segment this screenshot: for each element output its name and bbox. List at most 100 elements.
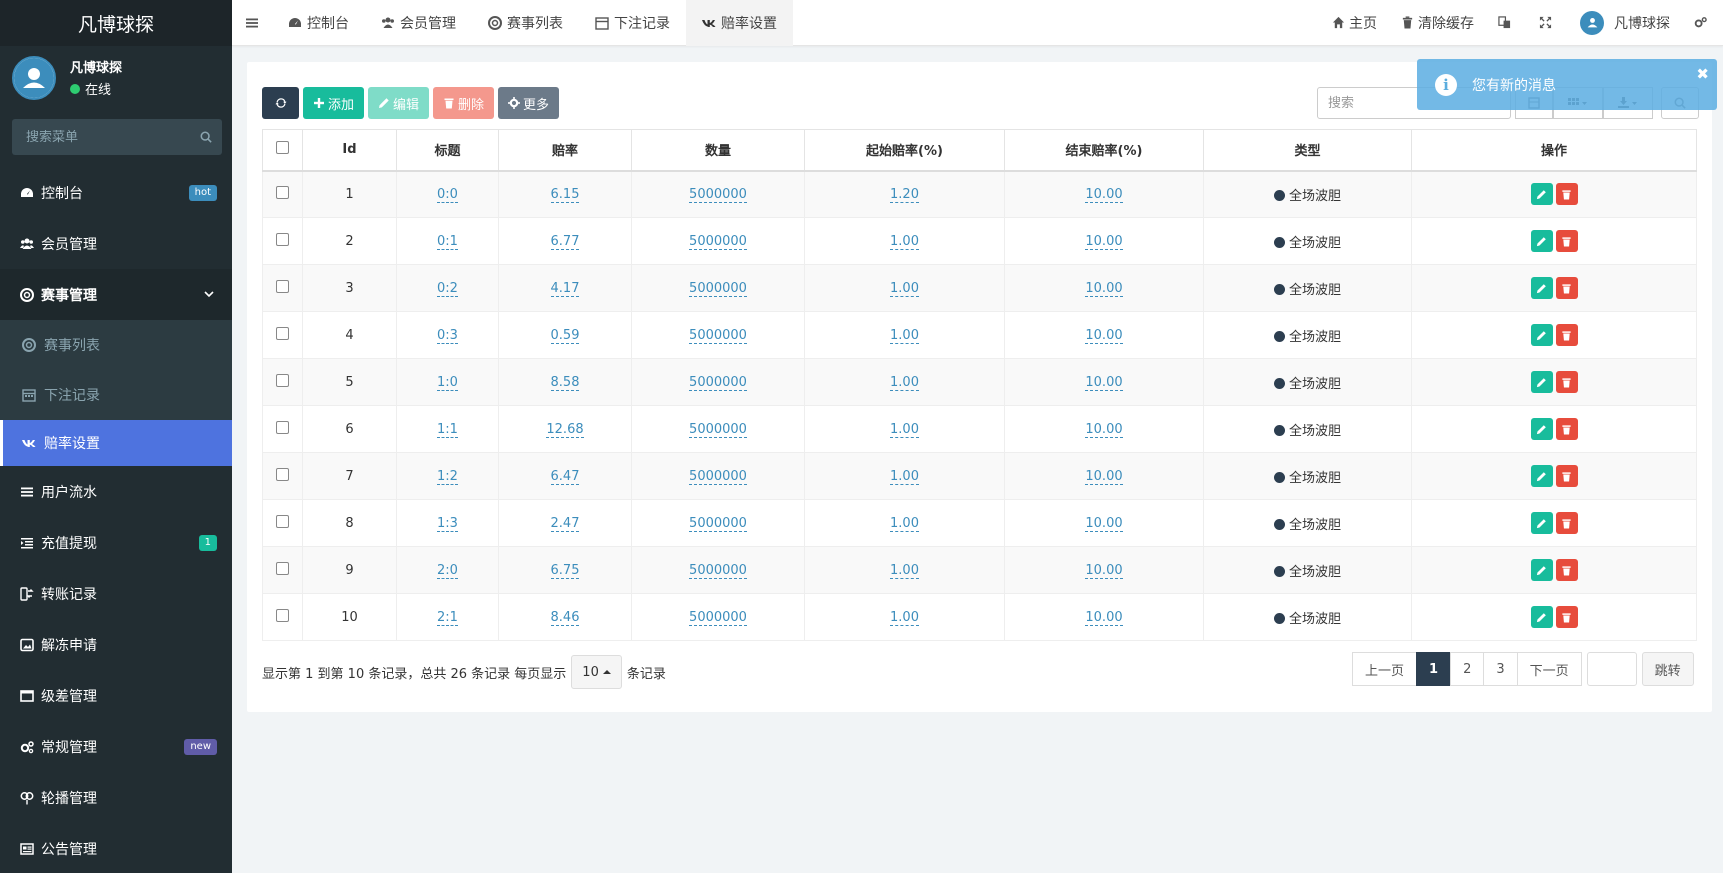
editable-title[interactable]: 0:3 bbox=[437, 327, 458, 344]
user-menu[interactable]: 凡博球探 bbox=[1568, 10, 1682, 35]
editable-quantity[interactable]: 5000000 bbox=[689, 562, 747, 579]
col-title[interactable]: 标题 bbox=[396, 129, 499, 172]
editable-title[interactable]: 1:3 bbox=[437, 515, 458, 532]
editable-odds[interactable]: 6.47 bbox=[550, 468, 580, 485]
more-button[interactable]: 更多 bbox=[498, 87, 560, 119]
row-checkbox[interactable] bbox=[276, 373, 289, 387]
sidebar-item-announcement-management[interactable]: 公告管理 bbox=[0, 823, 232, 873]
row-delete-button[interactable] bbox=[1555, 465, 1578, 487]
row-edit-button[interactable] bbox=[1530, 371, 1553, 393]
editable-start-odds[interactable]: 1.00 bbox=[890, 515, 919, 532]
sidebar-item-level-management[interactable]: 级差管理 bbox=[0, 670, 232, 721]
col-id[interactable]: Id bbox=[302, 129, 397, 172]
row-checkbox[interactable] bbox=[276, 279, 289, 293]
row-edit-button[interactable] bbox=[1530, 230, 1553, 252]
tab-dashboard[interactable]: 控制台 bbox=[272, 0, 365, 46]
col-type[interactable]: 类型 bbox=[1203, 129, 1412, 172]
row-delete-button[interactable] bbox=[1555, 512, 1578, 534]
row-edit-button[interactable] bbox=[1530, 559, 1553, 581]
editable-quantity[interactable]: 5000000 bbox=[689, 374, 747, 391]
row-checkbox[interactable] bbox=[276, 467, 289, 481]
editable-end-odds[interactable]: 10.00 bbox=[1085, 233, 1123, 250]
col-end-odds[interactable]: 结束赔率(%) bbox=[1004, 129, 1204, 172]
editable-title[interactable]: 1:0 bbox=[437, 374, 458, 391]
editable-quantity[interactable]: 5000000 bbox=[689, 468, 747, 485]
refresh-button[interactable] bbox=[262, 87, 299, 119]
page-jump-button[interactable]: 跳转 bbox=[1641, 652, 1694, 686]
editable-start-odds[interactable]: 1.00 bbox=[890, 562, 919, 579]
editable-quantity[interactable]: 5000000 bbox=[689, 280, 747, 297]
editable-odds[interactable]: 4.17 bbox=[550, 280, 580, 297]
editable-odds[interactable]: 0.59 bbox=[550, 327, 580, 344]
settings-button[interactable] bbox=[1682, 16, 1723, 29]
row-delete-button[interactable] bbox=[1555, 418, 1578, 440]
col-start-odds[interactable]: 起始赔率(%) bbox=[804, 129, 1005, 172]
sidebar-item-transfer-records[interactable]: 转账记录 bbox=[0, 568, 232, 619]
editable-odds[interactable]: 6.15 bbox=[550, 186, 580, 203]
sidebar-item-match-management[interactable]: 赛事管理 bbox=[0, 269, 232, 320]
editable-odds[interactable]: 6.75 bbox=[550, 562, 580, 579]
editable-end-odds[interactable]: 10.00 bbox=[1085, 468, 1123, 485]
row-checkbox[interactable] bbox=[276, 514, 289, 528]
editable-title[interactable]: 1:2 bbox=[437, 468, 458, 485]
editable-end-odds[interactable]: 10.00 bbox=[1085, 186, 1123, 203]
editable-quantity[interactable]: 5000000 bbox=[689, 421, 747, 438]
editable-end-odds[interactable]: 10.00 bbox=[1085, 374, 1123, 391]
tab-match-list[interactable]: 赛事列表 bbox=[472, 0, 579, 46]
row-delete-button[interactable] bbox=[1555, 324, 1578, 346]
row-checkbox[interactable] bbox=[276, 420, 289, 434]
editable-title[interactable]: 1:1 bbox=[437, 421, 458, 438]
editable-end-odds[interactable]: 10.00 bbox=[1085, 280, 1123, 297]
clear-cache-button[interactable]: 清除缓存 bbox=[1389, 13, 1486, 33]
editable-title[interactable]: 2:0 bbox=[437, 562, 458, 579]
row-edit-button[interactable] bbox=[1530, 324, 1553, 346]
row-edit-button[interactable] bbox=[1530, 606, 1553, 628]
editable-start-odds[interactable]: 1.00 bbox=[890, 327, 919, 344]
row-checkbox[interactable] bbox=[276, 608, 289, 622]
row-delete-button[interactable] bbox=[1555, 371, 1578, 393]
sidebar-item-bet-records[interactable]: 下注记录 bbox=[0, 370, 232, 420]
sidebar-item-odds-settings[interactable]: 赔率设置 bbox=[0, 420, 232, 466]
sidebar-item-general-management[interactable]: 常规管理 new bbox=[0, 721, 232, 772]
row-delete-button[interactable] bbox=[1555, 606, 1578, 628]
brand-logo[interactable]: 凡博球探 bbox=[0, 0, 232, 46]
editable-start-odds[interactable]: 1.20 bbox=[890, 186, 919, 203]
editable-end-odds[interactable]: 10.00 bbox=[1085, 327, 1123, 344]
editable-title[interactable]: 0:0 bbox=[437, 186, 458, 203]
sidebar-item-user-flow[interactable]: 用户流水 bbox=[0, 466, 232, 517]
row-delete-button[interactable] bbox=[1555, 183, 1578, 206]
editable-end-odds[interactable]: 10.00 bbox=[1085, 421, 1123, 438]
row-checkbox[interactable] bbox=[276, 326, 289, 340]
sidebar-item-carousel-management[interactable]: 轮播管理 bbox=[0, 772, 232, 823]
editable-quantity[interactable]: 5000000 bbox=[689, 186, 747, 203]
editable-quantity[interactable]: 5000000 bbox=[689, 233, 747, 250]
prev-page-button[interactable]: 上一页 bbox=[1352, 652, 1418, 686]
close-icon[interactable]: ✖ bbox=[1696, 65, 1709, 83]
tab-members[interactable]: 会员管理 bbox=[365, 0, 472, 46]
fullscreen-button[interactable] bbox=[1527, 16, 1568, 29]
page-1-button[interactable]: 1 bbox=[1416, 652, 1452, 686]
row-checkbox[interactable] bbox=[276, 232, 289, 246]
row-checkbox[interactable] bbox=[276, 561, 289, 575]
editable-odds[interactable]: 8.58 bbox=[550, 374, 580, 391]
editable-start-odds[interactable]: 1.00 bbox=[890, 233, 919, 250]
sidebar-item-unfreeze-requests[interactable]: 解冻申请 bbox=[0, 619, 232, 670]
row-edit-button[interactable] bbox=[1530, 512, 1553, 534]
sidebar-item-recharge-withdraw[interactable]: 充值提现 1 bbox=[0, 517, 232, 568]
page-size-select[interactable]: 10 bbox=[571, 655, 622, 689]
tab-bet-records[interactable]: 下注记录 bbox=[579, 0, 686, 46]
editable-start-odds[interactable]: 1.00 bbox=[890, 374, 919, 391]
row-edit-button[interactable] bbox=[1530, 418, 1553, 440]
editable-end-odds[interactable]: 10.00 bbox=[1085, 609, 1123, 626]
editable-title[interactable]: 0:1 bbox=[437, 233, 458, 250]
row-edit-button[interactable] bbox=[1530, 277, 1553, 299]
editable-start-odds[interactable]: 1.00 bbox=[890, 421, 919, 438]
sidebar-item-members[interactable]: 会员管理 bbox=[0, 218, 232, 269]
tab-odds-settings[interactable]: 赔率设置 bbox=[686, 0, 793, 46]
editable-start-odds[interactable]: 1.00 bbox=[890, 280, 919, 297]
row-delete-button[interactable] bbox=[1555, 230, 1578, 252]
editable-start-odds[interactable]: 1.00 bbox=[890, 609, 919, 626]
language-button[interactable] bbox=[1486, 16, 1527, 29]
row-checkbox[interactable] bbox=[276, 185, 289, 199]
editable-title[interactable]: 2:1 bbox=[437, 609, 458, 626]
